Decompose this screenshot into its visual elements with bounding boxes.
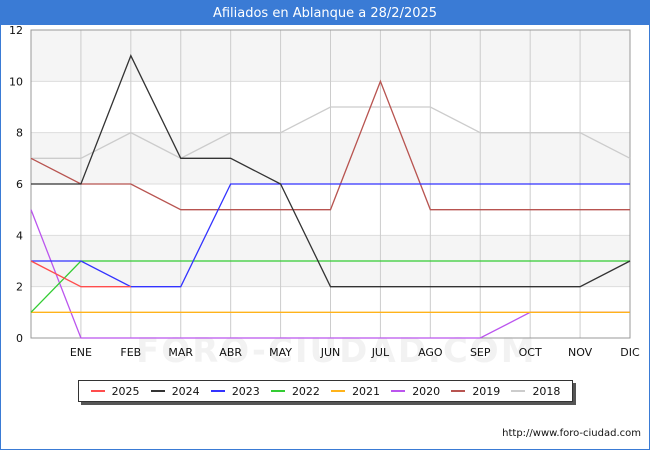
x-tick-label: NOV <box>568 346 593 359</box>
chart-frame: Afiliados en Ablanque a 28/2/2025 FORO-C… <box>0 0 650 450</box>
legend-swatch <box>210 390 225 392</box>
legend-item-2023: 2023 <box>210 384 260 398</box>
x-tick-label: DIC <box>620 346 640 359</box>
legend-label: 2022 <box>291 384 320 398</box>
y-tick-label: 8 <box>16 127 23 140</box>
legend-item-2021: 2021 <box>331 385 380 398</box>
legend-label: 2019 <box>472 384 501 398</box>
legend-item-2022: 2022 <box>270 384 320 398</box>
legend-swatch <box>150 390 165 392</box>
source-url: http://www.foro-ciudad.com <box>502 428 641 439</box>
x-tick-label: MAR <box>168 346 193 359</box>
x-tick-label: MAY <box>269 346 292 359</box>
legend-label: 2018 <box>532 384 561 398</box>
y-tick-label: 12 <box>9 24 23 37</box>
legend-label: 2021 <box>352 384 381 398</box>
legend-label: 2025 <box>111 384 140 398</box>
x-tick-label: JUN <box>320 346 341 359</box>
x-tick-label: AGO <box>418 346 443 359</box>
legend-label: 2024 <box>171 384 200 398</box>
legend-item-2018: 2018 <box>511 385 560 398</box>
legend-item-2024: 2024 <box>150 384 200 398</box>
x-tick-label: SEP <box>470 346 491 359</box>
legend-swatch <box>511 390 526 392</box>
chart-legend: 2025 2024 2023 2022 2021 2020 2019 2018 <box>78 380 573 402</box>
y-tick-label: 10 <box>9 75 23 88</box>
legend-item-2025: 2025 <box>90 384 140 398</box>
x-tick-label: OCT <box>519 346 542 359</box>
y-tick-label: 2 <box>16 281 23 294</box>
legend-swatch <box>331 390 346 392</box>
legend-item-2020: 2020 <box>391 385 440 398</box>
legend-swatch <box>391 390 406 392</box>
legend-swatch <box>270 390 285 392</box>
y-tick-label: 0 <box>16 332 23 345</box>
x-tick-label: JUL <box>371 346 390 359</box>
legend-label: 2023 <box>231 384 260 398</box>
legend-swatch <box>90 390 105 392</box>
x-tick-label: ABR <box>219 346 242 359</box>
x-tick-label: ENE <box>70 346 92 359</box>
x-tick-label: FEB <box>120 346 141 359</box>
y-tick-label: 6 <box>16 178 23 191</box>
y-tick-label: 4 <box>16 229 23 242</box>
legend-swatch <box>451 390 466 392</box>
legend-label: 2020 <box>412 384 441 398</box>
legend-item-2019: 2019 <box>451 385 500 398</box>
